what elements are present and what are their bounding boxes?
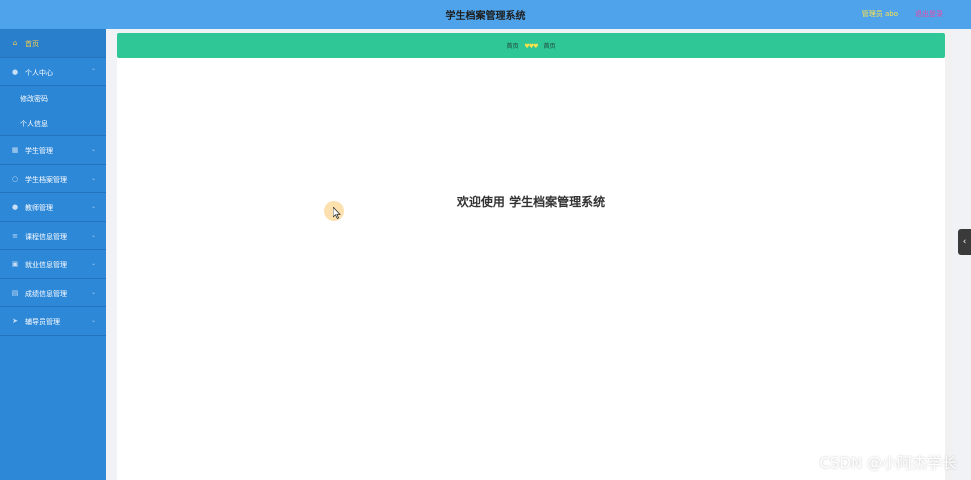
breadcrumb-current: 首页 bbox=[543, 43, 556, 50]
sidebar: ⌂ 首页 ● 个人中心 ⌃ 修改密码 个人信息 ▦ 学生管理 ⌄ ○ 学生档案管… bbox=[0, 29, 106, 480]
breadcrumb-home-link[interactable]: 首页 bbox=[506, 43, 518, 50]
welcome-heading: 欢迎使用 学生档案管理系统 bbox=[456, 195, 606, 209]
sidebar-subitem-label: 修改密码 bbox=[20, 95, 48, 103]
chevron-down-icon: ⌄ bbox=[90, 146, 96, 153]
sidebar-item-label: 教师管理 bbox=[25, 204, 53, 212]
sidebar-subitem-change-password[interactable]: 修改密码 bbox=[0, 86, 106, 111]
sidebar-item-course-info[interactable]: ≡ 课程信息管理 ⌄ bbox=[0, 222, 106, 250]
sidebar-item-label: 成绩信息管理 bbox=[25, 289, 67, 298]
chevron-down-icon: ⌄ bbox=[90, 203, 96, 210]
mouse-cursor-icon bbox=[333, 207, 341, 219]
sidebar-subitem-personal-info[interactable]: 个人信息 bbox=[0, 111, 106, 136]
sidebar-item-label: 课程信息管理 bbox=[25, 232, 67, 241]
user-icon: ● bbox=[11, 203, 19, 211]
circle-icon: ○ bbox=[11, 174, 19, 183]
chart-icon: ▤ bbox=[11, 288, 19, 297]
current-user-label: 管理员 abo bbox=[861, 10, 898, 18]
watermark: CSDN @小阿杰学长 bbox=[819, 454, 957, 472]
sidebar-item-student-management[interactable]: ▦ 学生管理 ⌄ bbox=[0, 136, 106, 165]
chevron-down-icon: ⌄ bbox=[90, 231, 96, 239]
list-icon: ≡ bbox=[12, 231, 18, 240]
sidebar-item-personal-center[interactable]: ● 个人中心 ⌃ bbox=[0, 58, 106, 86]
sidebar-item-employment-info[interactable]: ▣ 就业信息管理 ⌄ bbox=[0, 250, 106, 279]
sidebar-item-home[interactable]: ⌂ 首页 bbox=[0, 29, 106, 58]
chevron-down-icon: ⌄ bbox=[90, 288, 96, 296]
breadcrumb: 首页 ♥♥♥ 首页 bbox=[117, 33, 945, 58]
sidebar-item-label: 学生档案管理 bbox=[25, 175, 67, 184]
chevron-up-icon: ⌃ bbox=[90, 67, 96, 75]
sidebar-item-label: 辅导员管理 bbox=[25, 318, 60, 326]
sidebar-item-student-archive[interactable]: ○ 学生档案管理 ⌄ bbox=[0, 165, 106, 193]
grid-icon: ▦ bbox=[11, 146, 19, 154]
sidebar-item-counselor-management[interactable]: ➤ 辅导员管理 ⌄ bbox=[0, 307, 106, 336]
app-title: 学生档案管理系统 bbox=[445, 11, 526, 22]
chevron-down-icon: ⌄ bbox=[90, 260, 96, 267]
sidebar-item-teacher-management[interactable]: ● 教师管理 ⌄ bbox=[0, 193, 106, 222]
chevron-down-icon: ⌄ bbox=[90, 174, 96, 182]
sidebar-item-label: 首页 bbox=[25, 40, 39, 48]
user-icon: ● bbox=[11, 67, 19, 76]
sidebar-subitem-label: 个人信息 bbox=[20, 120, 48, 128]
sidebar-item-label: 学生管理 bbox=[25, 147, 53, 155]
sidebar-item-grade-info[interactable]: ▤ 成绩信息管理 ⌄ bbox=[0, 279, 106, 307]
sidebar-item-label: 个人中心 bbox=[25, 68, 53, 77]
briefcase-icon: ▣ bbox=[11, 260, 19, 268]
logout-link[interactable]: 退出登录 bbox=[915, 9, 943, 19]
top-header: 学生档案管理系统 管理员 abo 退出登录 bbox=[0, 0, 971, 29]
send-icon: ➤ bbox=[12, 317, 18, 325]
main-content: 首页 ♥♥♥ 首页 欢迎使用 学生档案管理系统 bbox=[117, 33, 945, 480]
sidebar-item-label: 就业信息管理 bbox=[25, 261, 67, 269]
home-icon: ⌂ bbox=[12, 39, 18, 47]
breadcrumb-separator-icon: ♥♥♥ bbox=[524, 43, 538, 50]
chevron-down-icon: ⌄ bbox=[90, 317, 96, 324]
collapse-panel-handle[interactable]: ‹ bbox=[958, 229, 971, 255]
page-scrollbar[interactable] bbox=[945, 29, 953, 480]
